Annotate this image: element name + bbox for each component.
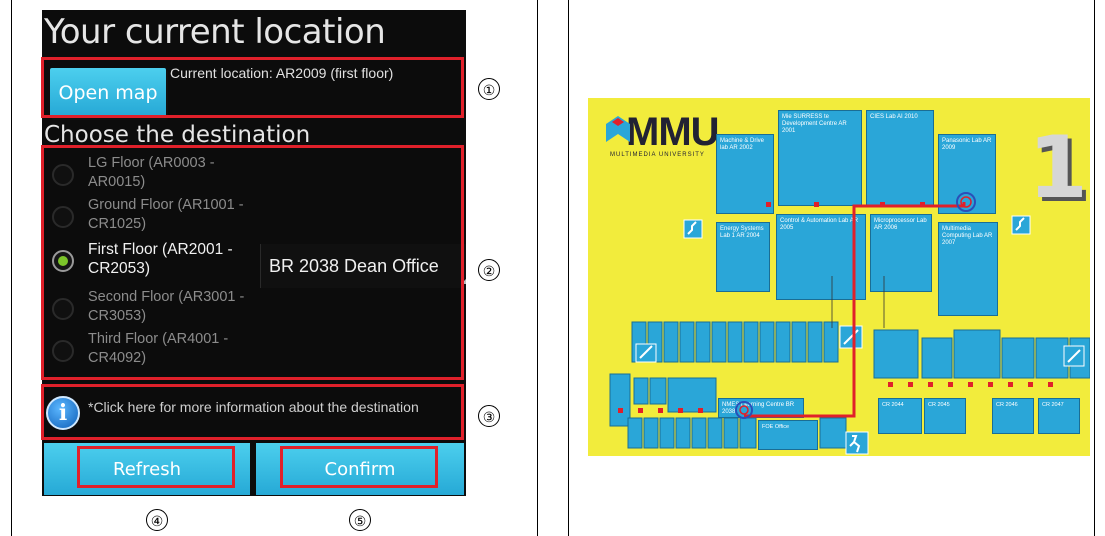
divider-line (537, 0, 538, 536)
highlight-box-1 (41, 57, 464, 118)
highlight-box-5 (280, 446, 438, 488)
highlight-box-2 (41, 145, 464, 380)
map-route-drawing (609, 192, 1090, 455)
floor-map[interactable]: MMU MULTIMEDIA UNIVERSITY 1 Machine & Dr… (588, 98, 1090, 456)
right-panel-border (568, 0, 569, 536)
callout-2: ② (478, 259, 500, 281)
right-panel-edge (1094, 0, 1095, 536)
callout-1: ① (478, 78, 500, 100)
callout-4: ④ (146, 509, 168, 531)
callout-3: ③ (478, 405, 500, 427)
highlight-box-3 (41, 384, 464, 440)
highlight-box-4 (77, 446, 235, 488)
left-panel-border (11, 0, 12, 536)
page-title: Your current location (44, 12, 386, 52)
callout-5: ⑤ (349, 509, 371, 531)
